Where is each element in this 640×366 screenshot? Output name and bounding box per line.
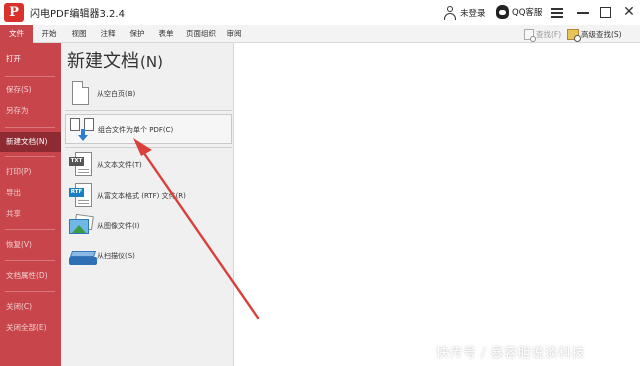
menu-start[interactable]: 开始	[35, 25, 63, 43]
rtf-badge: RTF	[69, 188, 84, 197]
txt-file-icon: TXT	[69, 152, 93, 178]
login-label: 未登录	[460, 9, 486, 19]
option-label: 组合文件为单个 PDF(C)	[98, 126, 174, 134]
sidebar-item-open[interactable]: 打开	[0, 49, 61, 69]
login-button[interactable]: 未登录	[443, 5, 486, 21]
title-bar: P 闪电PDF编辑器3.2.4 未登录 QQ客服 ✕	[0, 0, 640, 25]
image-file-icon	[69, 213, 94, 239]
maximize-icon[interactable]	[597, 4, 615, 21]
sidebar-divider	[5, 291, 55, 292]
app-logo-icon: P	[4, 3, 24, 22]
panel-title-shortcut: (N)	[140, 53, 163, 71]
option-from-image-file[interactable]: 从图像文件(I)	[65, 211, 232, 241]
menu-form[interactable]: 表单	[152, 25, 180, 43]
menu-comment[interactable]: 注释	[94, 25, 122, 43]
sidebar-item-new-document[interactable]: 新建文档(N)	[0, 132, 61, 152]
hamburger-menu-icon[interactable]	[548, 4, 566, 21]
option-from-scanner[interactable]: 从扫描仪(S)	[65, 241, 232, 271]
watermark: 快传号 / 暴容胆说谈科技	[436, 346, 586, 361]
user-icon	[443, 6, 457, 20]
option-label: 从扫描仪(S)	[97, 252, 135, 260]
option-combine-files[interactable]: 组合文件为单个 PDF(C)	[65, 114, 232, 144]
document-content-area	[234, 43, 640, 366]
blank-page-icon	[69, 81, 93, 107]
option-from-rtf-file[interactable]: RTF 从富文本格式 (RTF) 文件(R)	[65, 181, 232, 211]
combine-files-icon	[70, 117, 94, 143]
sidebar-divider	[5, 156, 55, 157]
option-from-blank-page[interactable]: 从空白页(B)	[65, 79, 232, 109]
qq-support-label: QQ客服	[512, 8, 543, 18]
sidebar-item-save[interactable]: 保存(S)	[0, 80, 61, 100]
sidebar-item-share[interactable]: 共享	[0, 204, 61, 224]
sidebar-divider	[5, 76, 55, 77]
file-sidebar: 打开 保存(S) 另存为 新建文档(N) 打印(P) 导出 共享 恢复(V) 文…	[0, 43, 61, 366]
sidebar-divider	[5, 127, 55, 128]
sidebar-item-close-all[interactable]: 关闭全部(E)	[0, 318, 61, 338]
option-label: 从文本文件(T)	[97, 161, 142, 169]
panel-divider	[65, 147, 232, 148]
app-title: 闪电PDF编辑器3.2.4	[30, 9, 125, 20]
minimize-icon[interactable]	[574, 4, 592, 21]
new-document-panel: 新建文档(N) 从空白页(B) 组合文件为单个 PDF(C) TXT 从文本文件…	[61, 43, 234, 366]
find-icon	[524, 28, 536, 42]
menu-bar: 文件 开始 视图 注释 保护 表单 页面组织 审阅 查找(F) 高级查找(S)	[0, 25, 640, 43]
menu-file[interactable]: 文件	[0, 25, 33, 43]
menu-page-organize[interactable]: 页面组织	[181, 25, 221, 43]
qq-icon	[496, 5, 509, 19]
sidebar-item-document-properties[interactable]: 文档属性(D)	[0, 266, 61, 286]
option-label: 从空白页(B)	[97, 90, 136, 98]
option-label: 从富文本格式 (RTF) 文件(R)	[97, 192, 186, 200]
panel-title-text: 新建文档	[67, 51, 139, 72]
qq-support-button[interactable]: QQ客服	[496, 5, 542, 19]
sidebar-divider	[5, 229, 55, 230]
sidebar-item-close[interactable]: 关闭(C)	[0, 297, 61, 317]
menu-review[interactable]: 审阅	[222, 25, 246, 43]
option-label: 从图像文件(I)	[97, 222, 140, 230]
find-button[interactable]: 查找(F)	[524, 27, 562, 42]
sidebar-item-recover[interactable]: 恢复(V)	[0, 235, 61, 255]
close-icon[interactable]: ✕	[620, 4, 638, 21]
panel-divider	[65, 110, 232, 111]
find-label: 查找(F)	[536, 29, 562, 39]
advanced-find-icon	[567, 28, 581, 42]
panel-title: 新建文档(N)	[67, 47, 163, 73]
menu-view[interactable]: 视图	[65, 25, 93, 43]
sidebar-item-save-as[interactable]: 另存为	[0, 101, 61, 121]
option-from-text-file[interactable]: TXT 从文本文件(T)	[65, 150, 232, 180]
menu-protect[interactable]: 保护	[123, 25, 151, 43]
scanner-icon	[69, 243, 97, 269]
rtf-file-icon: RTF	[69, 183, 93, 209]
advanced-find-button[interactable]: 高级查找(S)	[567, 27, 622, 42]
sidebar-item-export[interactable]: 导出	[0, 183, 61, 203]
advanced-find-label: 高级查找(S)	[581, 29, 622, 39]
sidebar-item-print[interactable]: 打印(P)	[0, 162, 61, 182]
txt-badge: TXT	[69, 157, 84, 166]
sidebar-divider	[5, 260, 55, 261]
